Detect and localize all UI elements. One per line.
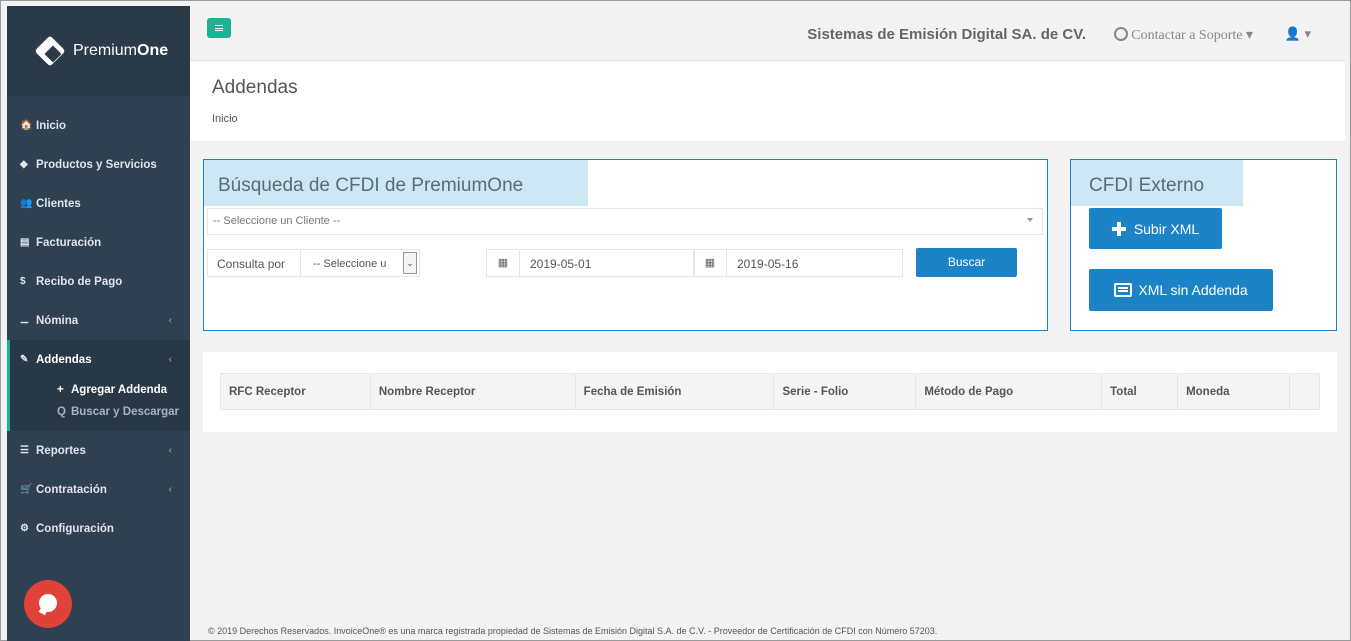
user-icon: 👤 [1284, 26, 1301, 41]
brand-name: PremiumOne [73, 42, 169, 59]
column-header-actions [1288, 373, 1321, 410]
search-button[interactable]: Buscar [916, 248, 1017, 277]
sidebar-item-label: Facturación [36, 236, 102, 249]
cart-icon: 🛒 [20, 484, 33, 495]
sitemap-icon: ⚊ [20, 315, 29, 326]
panel-title: Búsqueda de CFDI de PremiumOne [204, 160, 588, 206]
date-from-value: 2019-05-01 [530, 257, 592, 271]
sidebar-subitem-label: Agregar Addenda [71, 384, 168, 396]
cfdi-search-panel: Búsqueda de CFDI de PremiumOne -- Selecc… [203, 159, 1048, 331]
sidebar-item-label: Configuración [36, 522, 114, 535]
consulta-por-label: Consulta por [207, 249, 301, 277]
column-header-fecha[interactable]: Fecha de Emisión [574, 373, 775, 410]
top-navbar: Sistemas de Emisión Digital SA. de CV. C… [190, 6, 1345, 61]
sidebar-item-configuracion[interactable]: ⚙ Configuración [7, 509, 190, 548]
list-icon: ☰ [20, 445, 29, 456]
cogs-icon: ⚙ [20, 523, 29, 534]
sidebar-item-label: Nómina [36, 314, 79, 327]
chevron-left-icon: ‹ [168, 354, 172, 365]
sidebar-item-recibo[interactable]: $ Recibo de Pago [7, 262, 190, 301]
calendar-icon: ▦ [694, 250, 727, 276]
logo-diamond-icon [33, 34, 67, 68]
client-select-value: -- Seleccione un Cliente -- [213, 215, 341, 227]
menu-toggle-button[interactable] [207, 18, 231, 38]
caret-down-icon: ▾ [1245, 28, 1253, 43]
caret-down-icon [1027, 218, 1033, 222]
column-header-nombre[interactable]: Nombre Receptor [369, 373, 576, 410]
home-icon: 🏠 [20, 120, 33, 131]
sidebar-item-label: Clientes [36, 197, 81, 210]
dollar-icon: $ [20, 276, 26, 287]
sidebar-subitem-agregar-addenda[interactable]: + Agregar Addenda [10, 379, 190, 401]
sidebar-item-label: Addendas [36, 353, 92, 366]
sidebar-item-label: Reportes [36, 444, 86, 457]
calendar-icon: ▦ [487, 250, 520, 276]
file-icon: ▤ [20, 237, 30, 248]
date-to-field[interactable]: ▦ 2019-05-16 [693, 249, 903, 277]
panel-title: CFDI Externo [1071, 160, 1243, 206]
sidebar-item-label: Productos y Servicios [36, 158, 157, 171]
page-title: Addendas [212, 77, 298, 98]
chevron-left-icon: ‹ [168, 315, 172, 326]
sidebar-item-reportes[interactable]: ☰ Reportes ‹ [7, 431, 190, 470]
sidebar-item-label: Contratación [36, 483, 107, 496]
sidebar-item-label: Recibo de Pago [36, 275, 123, 288]
sidebar-item-contratacion[interactable]: 🛒 Contratación ‹ [7, 470, 190, 509]
sidebar-item-nomina[interactable]: ⚊ Nómina ‹ [7, 301, 190, 340]
date-from-field[interactable]: ▦ 2019-05-01 [486, 249, 695, 277]
company-name: Sistemas de Emisión Digital SA. de CV. [807, 26, 1086, 43]
breadcrumb[interactable]: Inicio [212, 113, 1345, 125]
results-table: RFC Receptor Nombre Receptor Fecha de Em… [220, 373, 1321, 410]
xml-without-addenda-button[interactable]: XML sin Addenda [1089, 269, 1273, 311]
sidebar-item-clientes[interactable]: 👥 Clientes [7, 184, 190, 223]
support-menu[interactable]: Contactar a Soporte ▾ [1114, 27, 1253, 44]
users-icon: 👥 [20, 198, 33, 209]
sidebar-subitem-label: Buscar y Descargar [71, 406, 180, 418]
sidebar-item-inicio[interactable]: 🏠 Inicio [7, 106, 190, 145]
plus-icon [1111, 221, 1126, 236]
footer-copyright: © 2019 Derechos Reservados. InvoiceOne® … [208, 626, 938, 636]
column-header-rfc[interactable]: RFC Receptor [220, 373, 371, 410]
user-menu[interactable]: 👤 ▾ [1285, 26, 1311, 42]
chat-widget-icon[interactable] [24, 580, 72, 628]
search-icon: Q [57, 406, 66, 418]
sidebar-subitem-buscar-descargar[interactable]: Q Buscar y Descargar [10, 401, 190, 423]
hamburger-icon [215, 25, 223, 31]
sidebar-item-facturacion[interactable]: ▤ Facturación [7, 223, 190, 262]
page-heading: Addendas Inicio [190, 62, 1345, 142]
chevron-down-icon: ⌄ [403, 252, 417, 274]
column-header-metodo-pago[interactable]: Método de Pago [915, 373, 1103, 410]
sidebar: PremiumOne 🏠 Inicio ◆ Productos y Servic… [7, 6, 190, 641]
cfdi-external-panel: CFDI Externo Subir XML XML sin Addenda [1070, 159, 1337, 331]
sidebar-item-addendas[interactable]: ✎ Addendas ‹ [10, 340, 190, 379]
chevron-left-icon: ‹ [168, 445, 172, 456]
column-header-moneda[interactable]: Moneda [1177, 373, 1290, 410]
sidebar-item-label: Inicio [36, 119, 67, 132]
results-card: RFC Receptor Nombre Receptor Fecha de Em… [203, 352, 1337, 432]
column-header-total[interactable]: Total [1101, 373, 1179, 410]
upload-xml-button[interactable]: Subir XML [1089, 208, 1222, 249]
column-header-serie-folio[interactable]: Serie - Folio [773, 373, 917, 410]
caret-down-icon: ▾ [1304, 26, 1311, 41]
consulta-por-select[interactable]: -- Seleccione u ⌄ [300, 249, 420, 277]
sidebar-item-productos[interactable]: ◆ Productos y Servicios [7, 145, 190, 184]
tag-icon: ◆ [20, 159, 28, 170]
support-label: Contactar a Soporte [1131, 28, 1243, 43]
chevron-left-icon: ‹ [168, 484, 172, 495]
date-to-value: 2019-05-16 [737, 257, 799, 271]
brand-logo[interactable]: PremiumOne [7, 6, 190, 96]
client-select[interactable]: -- Seleccione un Cliente -- [207, 208, 1043, 235]
sidebar-group-addendas: ✎ Addendas ‹ + Agregar Addenda Q Buscar … [7, 340, 190, 431]
list-alt-icon [1114, 283, 1133, 297]
sidebar-nav: 🏠 Inicio ◆ Productos y Servicios 👥 Clien… [7, 106, 190, 548]
consulta-select-value: -- Seleccione u [313, 258, 387, 270]
lifebuoy-icon [1114, 27, 1129, 41]
button-label: Subir XML [1133, 220, 1200, 237]
plus-icon: + [57, 384, 64, 396]
button-label: XML sin Addenda [1138, 282, 1248, 298]
table-header-row: RFC Receptor Nombre Receptor Fecha de Em… [220, 373, 1321, 410]
paperclip-icon: ✎ [20, 354, 29, 365]
